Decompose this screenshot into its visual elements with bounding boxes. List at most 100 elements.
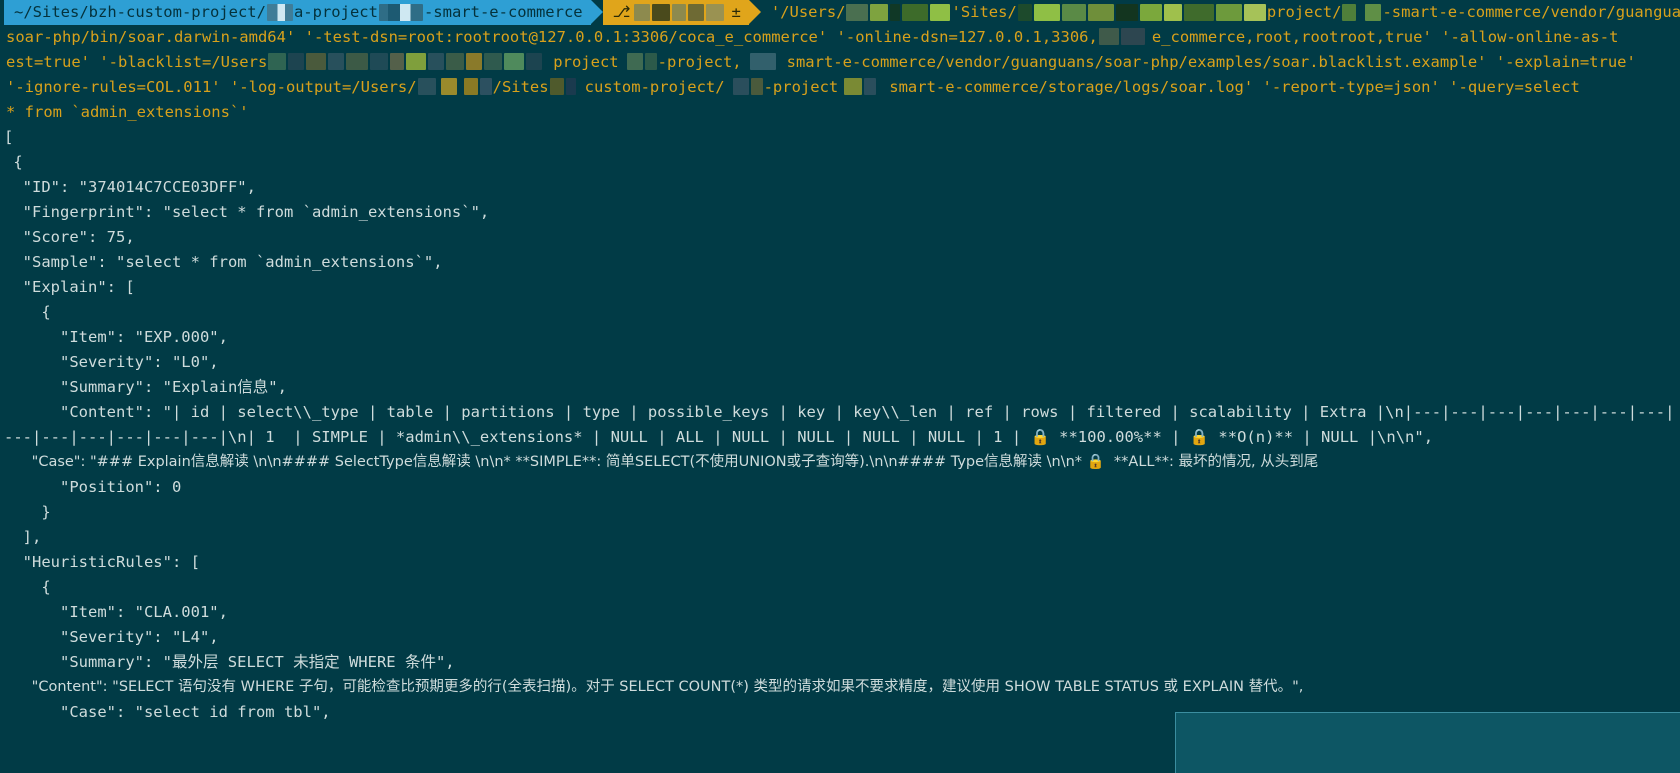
redaction-block — [626, 53, 643, 70]
output-explain-content: "Content": "| id | select\\_type | table… — [4, 403, 1675, 446]
redaction-block — [1120, 28, 1145, 45]
command-part: e_commerce,root,rootroot,true' — [1151, 28, 1432, 46]
redaction-block — [846, 4, 869, 21]
output-line: [ — [4, 128, 14, 146]
redaction-block — [565, 78, 576, 95]
redaction-block — [268, 53, 287, 70]
prompt-git-segment: ⎇ ± — [602, 0, 749, 25]
output-line-summary-2: "Summary": "最外层 SELECT 未指定 WHERE 条件", — [4, 653, 455, 671]
redaction-block — [902, 4, 929, 21]
command-tail-4: smart-e-commerce/storage/logs/soar.log' … — [889, 78, 1580, 96]
redaction-block — [446, 53, 465, 70]
redaction-block — [930, 4, 951, 21]
redaction-block — [1017, 4, 1032, 21]
redaction-block — [504, 53, 525, 70]
terminal-scroll-area[interactable]: ~/Sites/bzh-custom-project/a-project -sma… — [0, 0, 1680, 725]
output-line: "Sample": "select * from `admin_extensio… — [4, 253, 443, 271]
redaction-block — [890, 4, 901, 21]
redaction-block — [1183, 4, 1214, 21]
command-line-3: est=true' '-blacklist=/Users project -proj… — [4, 50, 1676, 75]
output-explain-case: "Case": "### Explain信息解读 \n\n#### Select… — [4, 454, 1319, 470]
command-part: project — [553, 53, 619, 71]
redaction-block — [1139, 4, 1162, 21]
terminal-window[interactable]: ~/Sites/bzh-custom-project/a-project -sma… — [0, 0, 1680, 773]
redaction-block — [390, 53, 405, 70]
command-line-4: '-ignore-rules=COL.011' '-log-output=/Us… — [4, 75, 1676, 100]
prompt-path-segment: ~/Sites/bzh-custom-project/a-project -sma… — [4, 0, 591, 25]
command-wrap-3: est=true' '-blacklist=/Users — [6, 53, 268, 71]
redaction-block — [732, 78, 749, 95]
output-line: "Explain": [ — [4, 278, 135, 296]
redaction-block — [417, 78, 436, 95]
git-branch-icon: ⎇ — [612, 3, 631, 21]
redaction-block — [1115, 4, 1138, 21]
output-line: ], — [4, 528, 42, 546]
redaction-block — [346, 53, 369, 70]
redaction-block — [1163, 4, 1182, 21]
redaction-block — [1061, 4, 1086, 21]
output-heuristic-content: "Content": "SELECT 语句没有 WHERE 子句，可能检查比预期… — [4, 679, 1304, 695]
redaction-block — [479, 78, 492, 95]
redaction-block — [644, 53, 657, 70]
redaction-block — [1365, 4, 1382, 21]
redaction-block — [440, 78, 457, 95]
redaction-block — [864, 78, 877, 95]
command-part: 'Sites/ — [951, 3, 1017, 21]
output-line: "Position": 0 — [4, 478, 182, 496]
output-line: } — [4, 503, 51, 521]
redaction-block — [1098, 28, 1119, 45]
output-line: "Severity": "L0", — [4, 353, 219, 371]
redaction-block — [1087, 4, 1114, 21]
redaction-block — [463, 78, 478, 95]
command-line-2: '-test-dsn=root:rootroot@127.0.0.1:3306/… — [4, 25, 1676, 50]
redaction-block — [378, 4, 423, 21]
output-line: "Item": "CLA.001", — [4, 603, 228, 621]
redaction-block — [266, 4, 293, 21]
command-tail-2: '-allow-online-as-t — [1431, 28, 1619, 46]
command-part: '/Users/ — [770, 3, 846, 21]
command-wrap-2: soar-php/bin/soar.darwin-amd64' '-test-d… — [6, 28, 1098, 46]
command-tail-3: smart-e-commerce/vendor/guanguans/soar-p… — [786, 53, 1636, 71]
command-part: -project — [763, 78, 839, 96]
shell-prompt-line: ~/Sites/bzh-custom-project/a-project -sma… — [4, 0, 1680, 25]
prompt-path-mid: a-project — [293, 3, 378, 21]
redaction-block — [1342, 4, 1357, 21]
redaction-block — [406, 53, 427, 70]
corner-overlay-panel[interactable] — [1175, 712, 1680, 773]
command-part: -smart-e-commerce/vendor/guanguans/soar-… — [1382, 3, 1680, 21]
redaction-block — [844, 78, 863, 95]
output-line: "Fingerprint": "select * from `admin_ext… — [4, 203, 490, 221]
command-part: -project, — [657, 53, 742, 71]
command-part: /Sites — [492, 78, 549, 96]
redaction-block — [706, 4, 725, 21]
redaction-block — [549, 78, 564, 95]
git-dirty-marker: ± — [731, 3, 741, 21]
powerline-separator-icon — [748, 0, 761, 24]
output-line: "ID": "374014C7CCE03DFF", — [4, 178, 256, 196]
command-line-head: '/Users/ 'Sites/project/ -smart-e-commerce… — [761, 0, 1680, 25]
redaction-block — [288, 53, 305, 70]
prompt-path-suffix: -smart-e-commerce — [423, 3, 583, 21]
redaction-block — [428, 53, 445, 70]
redaction-block — [870, 4, 889, 21]
output-line: { — [4, 153, 23, 171]
redaction-block — [484, 53, 503, 70]
output-line: "Score": 75, — [4, 228, 135, 246]
output-line: "Item": "EXP.000", — [4, 328, 228, 346]
command-part: custom-project/ — [584, 78, 725, 96]
redaction-block — [370, 53, 389, 70]
output-line: "Severity": "L4", — [4, 628, 219, 646]
redaction-block — [672, 4, 687, 21]
redaction-block — [466, 53, 483, 70]
output-line-summary: "Summary": "Explain信息", — [4, 378, 287, 396]
redaction-block — [750, 78, 763, 95]
redaction-block — [328, 53, 345, 70]
redaction-block — [634, 4, 651, 21]
output-line: { — [4, 303, 51, 321]
output-line: { — [4, 578, 51, 596]
redaction-block — [652, 4, 671, 21]
prompt-path-prefix: ~/Sites/bzh-custom-project/ — [14, 3, 266, 21]
redaction-block — [1033, 4, 1060, 21]
command-line-5: * from `admin_extensions`' — [6, 103, 249, 121]
redaction-block — [1243, 4, 1266, 21]
